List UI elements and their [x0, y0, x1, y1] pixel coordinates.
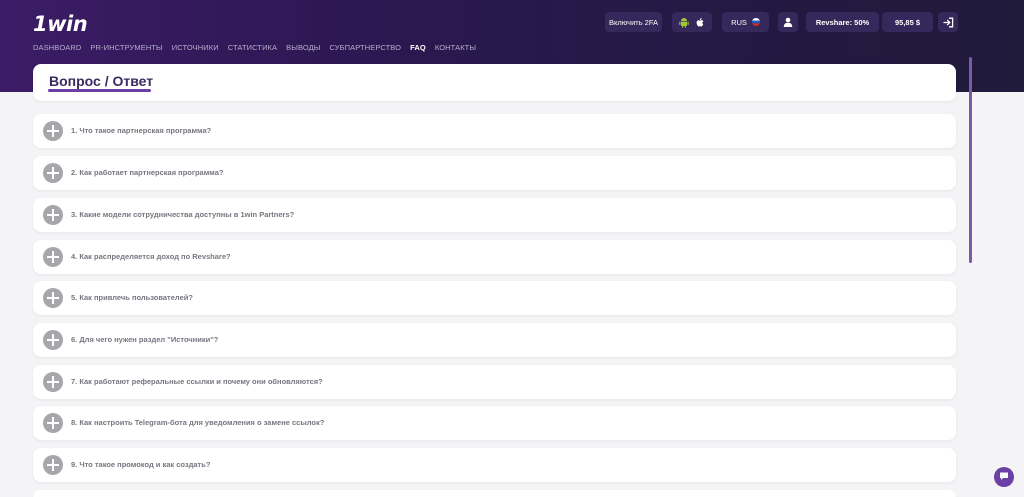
android-icon	[679, 17, 689, 28]
nav-contacts[interactable]: КОНТАКТЫ	[435, 43, 476, 52]
faq-item-partial[interactable]	[33, 490, 956, 497]
logout-icon	[942, 17, 954, 28]
russia-flag-icon	[751, 18, 760, 26]
nav-sources[interactable]: ИСТОЧНИКИ	[172, 43, 219, 52]
plus-icon[interactable]	[43, 372, 63, 392]
faq-question: 3. Какие модели сотрудничества доступны …	[71, 210, 295, 219]
language-label: RUS	[731, 17, 747, 27]
plus-icon[interactable]	[43, 455, 63, 475]
faq-item-2[interactable]: 2. Как работает партнерская программа?	[33, 156, 956, 190]
logo[interactable]: 1win	[33, 12, 88, 36]
page-title-card: Вопрос / Ответ	[33, 64, 956, 101]
faq-question: 4. Как распределяется доход по Revshare?	[71, 252, 231, 261]
faq-item-6[interactable]: 6. Для чего нужен раздел "Источники"?	[33, 323, 956, 357]
plus-icon[interactable]	[43, 205, 63, 225]
logout-button[interactable]	[938, 12, 958, 32]
plus-icon[interactable]	[43, 247, 63, 267]
faq-item-7[interactable]: 7. Как работают реферальные ссылки и поч…	[33, 365, 956, 399]
page-title: Вопрос / Ответ	[49, 73, 154, 89]
plus-icon[interactable]	[43, 121, 63, 141]
faq-question: 6. Для чего нужен раздел "Источники"?	[71, 335, 219, 344]
faq-item-3[interactable]: 3. Какие модели сотрудничества доступны …	[33, 198, 956, 232]
faq-item-9[interactable]: 9. Что такое промокод и как создать?	[33, 448, 956, 482]
apple-icon	[695, 17, 705, 28]
nav-subpartnership[interactable]: СУБПАРТНЕРСТВО	[330, 43, 402, 52]
language-selector[interactable]: RUS	[722, 12, 769, 32]
plus-icon[interactable]	[43, 163, 63, 183]
app-download-button[interactable]	[672, 12, 712, 32]
plus-icon[interactable]	[43, 330, 63, 350]
chat-icon	[999, 468, 1009, 486]
enable-2fa-button[interactable]: Включить 2FA	[605, 12, 662, 32]
faq-item-8[interactable]: 8. Как настроить Telegram-бота для уведо…	[33, 406, 956, 440]
faq-item-5[interactable]: 5. Как привлечь пользователей?	[33, 281, 956, 315]
plus-icon[interactable]	[43, 413, 63, 433]
faq-question: 5. Как привлечь пользователей?	[71, 293, 193, 302]
faq-item-1[interactable]: 1. Что такое партнерская программа?	[33, 114, 956, 148]
faq-question: 9. Что такое промокод и как создать?	[71, 460, 211, 469]
revshare-badge[interactable]: Revshare: 50%	[806, 12, 879, 32]
faq-item-4[interactable]: 4. Как распределяется доход по Revshare?	[33, 240, 956, 274]
plus-icon[interactable]	[43, 288, 63, 308]
nav-withdrawals[interactable]: ВЫВОДЫ	[286, 43, 320, 52]
faq-question: 1. Что такое партнерская программа?	[71, 126, 212, 135]
faq-question: 8. Как настроить Telegram-бота для уведо…	[71, 418, 325, 427]
title-underline	[48, 89, 151, 92]
faq-question: 2. Как работает партнерская программа?	[71, 168, 224, 177]
nav-statistics[interactable]: СТАТИСТИКА	[228, 43, 277, 52]
balance-display[interactable]: 95,85 $	[882, 12, 933, 32]
nav-dashboard[interactable]: DASHBOARD	[33, 43, 81, 52]
faq-question: 7. Как работают реферальные ссылки и поч…	[71, 377, 323, 386]
user-icon	[783, 17, 793, 27]
nav-pr-tools[interactable]: PR-ИНСТРУМЕНТЫ	[90, 43, 162, 52]
scrollbar[interactable]	[969, 57, 972, 263]
profile-button[interactable]	[778, 12, 798, 32]
main-nav: DASHBOARD PR-ИНСТРУМЕНТЫ ИСТОЧНИКИ СТАТИ…	[33, 43, 485, 52]
nav-faq[interactable]: FAQ	[410, 43, 426, 52]
chat-button[interactable]	[994, 467, 1014, 487]
